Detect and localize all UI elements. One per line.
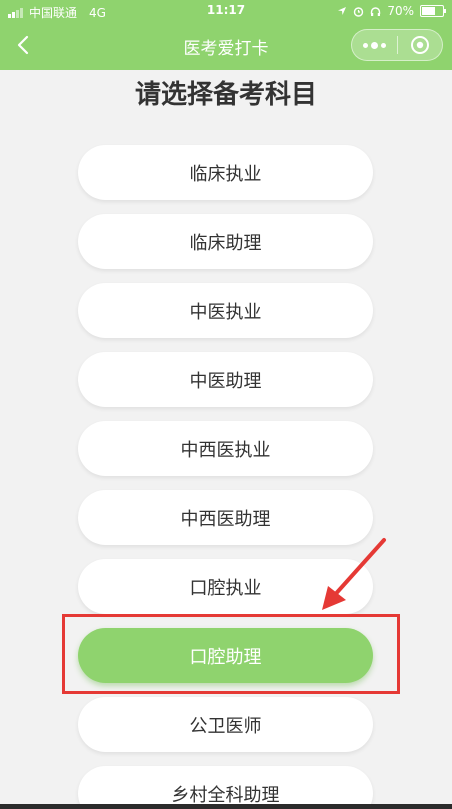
subject-option[interactable]: 临床助理 — [78, 214, 373, 269]
subject-option[interactable]: 乡村全科助理 — [78, 766, 373, 809]
bottom-bar — [0, 804, 452, 809]
subject-option[interactable]: 中西医执业 — [78, 421, 373, 476]
subject-option[interactable]: 中医执业 — [78, 283, 373, 338]
subject-option[interactable]: 中医助理 — [78, 352, 373, 407]
annotation-highlight-box — [62, 614, 400, 694]
subject-option[interactable]: 公卫医师 — [78, 697, 373, 752]
annotation-arrow-icon — [322, 538, 386, 610]
subject-option[interactable]: 临床执业 — [78, 145, 373, 200]
